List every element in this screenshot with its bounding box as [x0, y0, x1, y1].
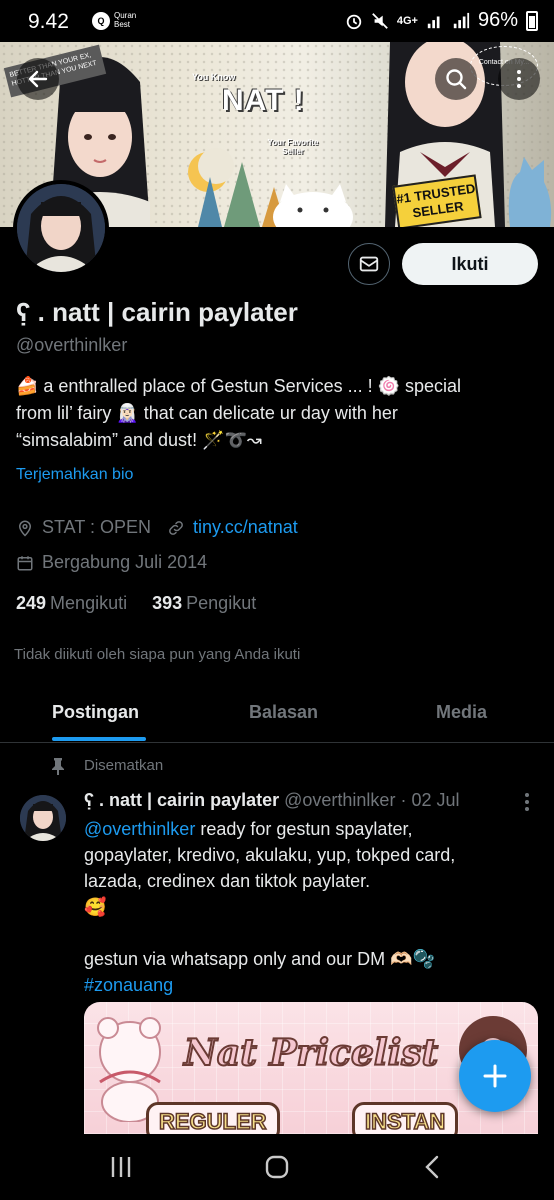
more-options-button[interactable]: [498, 58, 540, 100]
post-line: lazada, credinex dan tiktok paylater.: [84, 871, 371, 891]
profile-location: STAT : OPEN: [42, 517, 152, 537]
following-link[interactable]: 249 Mengikuti: [16, 593, 127, 613]
bio-line: from lil’ fairy 🧝🏻‍♀️ that can delicate …: [16, 403, 398, 423]
tab-media[interactable]: Media: [436, 702, 487, 723]
following-count: 249: [16, 593, 47, 613]
home-icon[interactable]: [264, 1154, 290, 1180]
compose-button[interactable]: [459, 1040, 531, 1112]
battery-icon: [526, 10, 538, 31]
quran-app-icon: Q: [92, 12, 110, 30]
system-nav-bar: [0, 1134, 554, 1200]
banner-title: NAT !: [222, 84, 305, 117]
active-tab-indicator: [52, 737, 146, 741]
calendar-icon: [17, 555, 33, 570]
follow-stats: 249 Mengikuti 393 Pengikut: [16, 593, 256, 614]
image-title: Nat Pricelist: [183, 1031, 439, 1075]
post-mention[interactable]: @overthinlker: [84, 819, 195, 839]
post-author-handle: @overthinlker: [284, 790, 396, 810]
avatar-image: [17, 184, 105, 272]
profile-joined-row: Bergabung Juli 2014: [16, 552, 207, 573]
recent-apps-icon[interactable]: [108, 1154, 134, 1180]
profile-bio: 🍰 a enthralled place of Gestun Services …: [16, 373, 536, 454]
pinned-label: Disematkan: [84, 757, 164, 774]
signal-2-icon: [453, 12, 470, 28]
back-button[interactable]: [17, 58, 59, 100]
post-line: gopaylater, kredivo, akulaku, yup, tokpe…: [84, 845, 456, 865]
post-text: @overthinlker ready for gestun spaylater…: [84, 816, 524, 998]
bio-line: 🍰 a enthralled place of Gestun Services …: [16, 376, 462, 396]
banner-blue-cat: [508, 157, 552, 227]
location-icon: [18, 520, 32, 537]
status-icons: 4G+ 96%: [345, 9, 538, 32]
signal-icon: [427, 16, 440, 28]
follow-button[interactable]: Ikuti: [402, 243, 538, 285]
profile-website-link[interactable]: tiny.cc/natnat: [193, 517, 298, 538]
post-more-icon[interactable]: [520, 792, 534, 812]
mail-icon: [359, 256, 379, 272]
not-followed-notice: Tidak diikuti oleh siapa pun yang Anda i…: [14, 646, 301, 663]
alarm-icon: [346, 14, 362, 29]
search-icon: [446, 69, 467, 90]
post-author-avatar[interactable]: [20, 795, 66, 841]
post-date: · 02 Jul: [400, 790, 460, 810]
followers-label: Pengikut: [186, 593, 257, 613]
post-line: ready for gestun spaylater,: [195, 819, 413, 839]
more-vertical-icon: [517, 70, 521, 88]
status-time: 9.42: [28, 10, 69, 33]
profile-joined: Bergabung Juli 2014: [42, 552, 208, 572]
post-line: 🥰: [84, 897, 107, 917]
link-icon: [169, 520, 183, 535]
plus-icon: [483, 1064, 507, 1088]
mute-icon: [372, 12, 388, 29]
profile-handle: @overthinlker: [16, 335, 128, 355]
arrow-left-icon: [28, 70, 48, 88]
post-hashtag[interactable]: #zonauang: [84, 972, 524, 998]
status-bar: 9.42 Q Quran Best 4G+ 96%: [0, 0, 554, 42]
pinned-indicator: Disematkan: [52, 757, 164, 775]
message-button[interactable]: [348, 243, 390, 285]
banner-cat: [273, 184, 353, 227]
profile-avatar[interactable]: [13, 180, 109, 276]
post-author-name[interactable]: ʕ̣ . natt | cairin paylater: [84, 790, 279, 810]
tab-replies[interactable]: Balasan: [249, 702, 318, 723]
following-label: Mengikuti: [50, 593, 128, 613]
profile-tabs: Postingan Balasan Media: [0, 685, 554, 743]
battery-percent: 96%: [477, 9, 518, 31]
profile-meta-row: STAT : OPEN tiny.cc/natnat: [16, 517, 298, 538]
display-name: ʕ̣ . natt | cairin paylater: [16, 297, 298, 327]
avatar-image: [20, 795, 66, 841]
followers-count: 393: [152, 593, 183, 613]
back-nav-icon[interactable]: [420, 1154, 446, 1180]
banner-you-know: You Know: [192, 72, 236, 82]
post-line: gestun via whatsapp only and our DM 🫶🏻🫧: [84, 949, 435, 969]
tab-posts[interactable]: Postingan: [52, 702, 139, 723]
network-type: 4G+: [396, 14, 418, 27]
followers-link[interactable]: 393 Pengikut: [152, 593, 256, 613]
translate-bio-link[interactable]: Terjemahkan bio: [16, 466, 133, 484]
search-button[interactable]: [435, 58, 477, 100]
quran-app-label: Quran Best: [114, 11, 137, 29]
post-header: ʕ̣ . natt | cairin paylater @overthinlke…: [84, 790, 460, 811]
pin-icon: [52, 758, 64, 775]
bio-line: “simsalabim” and dust! 🪄➰↝: [16, 430, 262, 450]
